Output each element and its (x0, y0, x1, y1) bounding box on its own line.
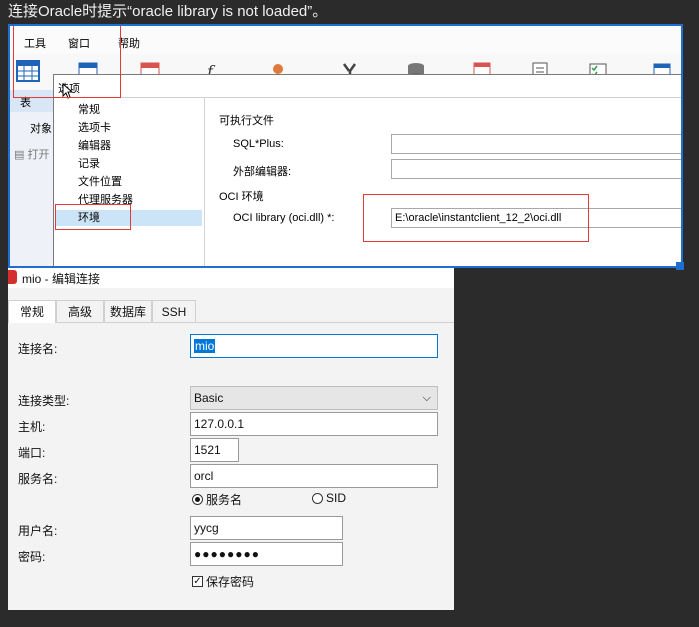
section-oci: OCI 环境 (219, 191, 264, 203)
tab-database[interactable]: 数据库 (104, 300, 152, 322)
highlight-oci-path (363, 194, 589, 242)
radio-service-name[interactable]: 服务名 (192, 491, 242, 508)
host-input[interactable]: 127.0.0.1 (190, 412, 438, 436)
connection-type-label: 连接类型: (18, 394, 70, 408)
connection-type-value: Basic (194, 391, 224, 405)
object-sidebar: 表 对象 ▤ 打开 (10, 90, 54, 266)
sqlplus-label: SQL*Plus: (233, 138, 284, 150)
nav-file-location[interactable]: 文件位置 (78, 174, 122, 190)
nav-records[interactable]: 记录 (78, 156, 100, 172)
service-name-input[interactable]: orcl (190, 464, 438, 488)
username-label: 用户名: (18, 524, 58, 538)
tab-advanced[interactable]: 高级 (56, 300, 104, 322)
nav-editor[interactable]: 编辑器 (78, 138, 111, 154)
save-password-label: 保存密码 (206, 575, 255, 589)
highlight-tools-menu (13, 26, 121, 98)
connection-title: mio - 编辑连接 (22, 272, 101, 286)
tab-ssh[interactable]: SSH (152, 300, 196, 322)
open-label: 打开 (27, 149, 50, 161)
chevron-down-icon: ⌵ (422, 392, 431, 404)
options-screenshot: 工具 窗口 帮助 f 表 对象 ▤ 打开 选项 常规 选项卡 (8, 24, 683, 268)
connection-tabs: 常规 高级 数据库 SSH (8, 300, 454, 323)
radio-sid-label: SID (326, 491, 347, 505)
connection-name-input[interactable]: mio (190, 334, 438, 358)
sqlplus-input[interactable] (391, 134, 681, 154)
objects-label: 对象 (30, 123, 52, 135)
nav-tabs[interactable]: 选项卡 (78, 120, 111, 136)
nav-general[interactable]: 常规 (78, 102, 100, 118)
menu-help[interactable]: 帮助 (118, 35, 140, 51)
section-executables: 可执行文件 (219, 115, 274, 127)
radio-sid[interactable]: SID (312, 491, 346, 505)
external-editor-input[interactable] (391, 159, 681, 179)
options-nav: 常规 选项卡 编辑器 记录 文件位置 代理服务器 环境 (54, 98, 205, 266)
resize-handle[interactable] (676, 262, 684, 270)
connection-name-label: 连接名: (18, 342, 58, 356)
navicat-app-icon (8, 270, 17, 284)
connection-type-select[interactable]: Basic ⌵ (190, 386, 438, 410)
edit-connection-dialog: mio - 编辑连接 常规 高级 数据库 SSH 连接名: mio 连接类型: … (8, 268, 454, 610)
save-password-checkbox[interactable]: ✓ 保存密码 (192, 573, 254, 590)
connection-name-value: mio (194, 339, 216, 353)
highlight-environment (55, 204, 131, 230)
radio-sid-circle (312, 492, 323, 504)
radio-service-name-circle (192, 494, 203, 505)
username-input[interactable]: yycg (190, 516, 343, 540)
password-input[interactable]: ●●●●●●●● (190, 542, 343, 566)
radio-service-name-label: 服务名 (206, 493, 243, 507)
host-label: 主机: (18, 420, 46, 434)
checkmark-icon: ✓ (192, 576, 203, 587)
open-table-button[interactable]: ▤ 打开 (14, 146, 49, 162)
tab-general[interactable]: 常规 (8, 300, 56, 323)
service-name-label: 服务名: (18, 472, 58, 486)
oci-library-label: OCI library (oci.dll) *: (233, 212, 335, 224)
port-input[interactable]: 1521 (190, 438, 239, 462)
port-label: 端口: (18, 446, 46, 460)
password-label: 密码: (18, 550, 46, 564)
external-editor-label: 外部编辑器: (233, 166, 292, 178)
options-panel: 可执行文件 SQL*Plus: 外部编辑器: OCI 环境 OCI librar… (205, 98, 681, 266)
screenshot-caption: 连接Oracle时提示“oracle library is not loaded… (8, 3, 328, 20)
options-title-bar: 选项 (54, 75, 681, 99)
connection-title-bar: mio - 编辑连接 (8, 268, 454, 288)
